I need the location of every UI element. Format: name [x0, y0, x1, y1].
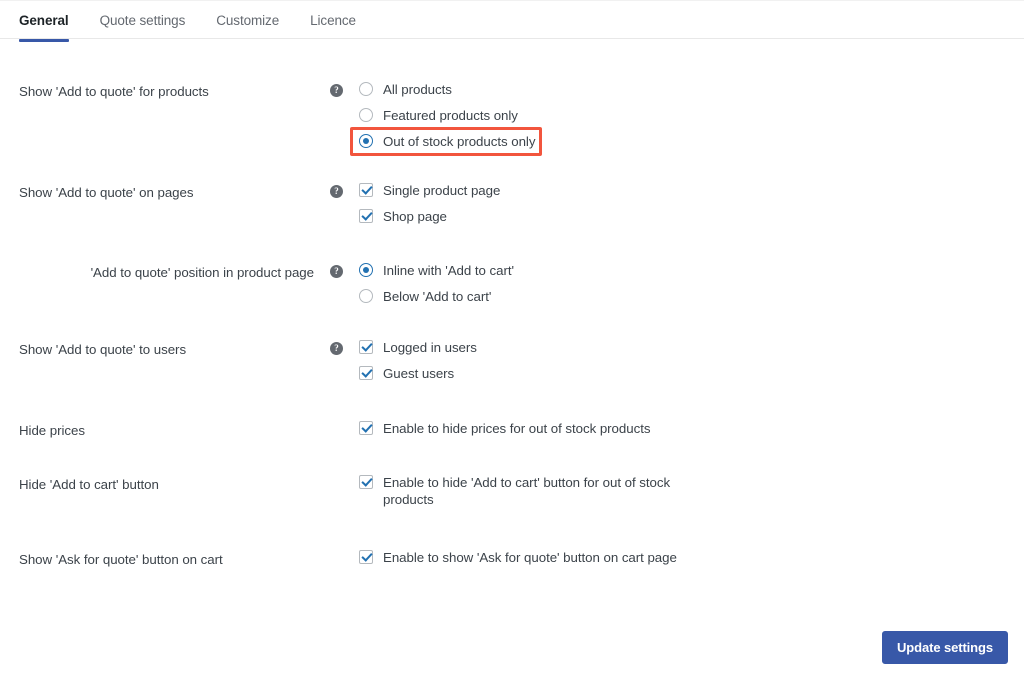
checkbox-option[interactable]: Shop page	[359, 208, 1024, 225]
radio-option[interactable]: All products	[359, 81, 1024, 98]
help-icon[interactable]: ?	[330, 342, 343, 355]
checkbox-option[interactable]: Logged in users	[359, 339, 1024, 356]
checkbox-checked[interactable]	[359, 183, 373, 197]
checkbox-checked[interactable]	[359, 475, 373, 489]
setting-control-group: Logged in users Guest users	[359, 339, 1024, 382]
setting-row: 'Add to quote' position in product page?…	[0, 262, 1024, 305]
form-footer: Update settings	[0, 631, 1024, 664]
setting-control-group: Enable to hide prices for out of stock p…	[359, 420, 1024, 437]
checkbox-option[interactable]: Guest users	[359, 365, 1024, 382]
checkbox-option[interactable]: Enable to hide prices for out of stock p…	[359, 420, 1024, 437]
checkbox-checked[interactable]	[359, 366, 373, 380]
tab-quote-settings[interactable]: Quote settings	[100, 0, 186, 41]
option-label: Out of stock products only	[383, 134, 536, 149]
help-column	[330, 549, 359, 552]
tab-customize[interactable]: Customize	[216, 0, 279, 41]
option-label: Guest users	[383, 366, 455, 381]
option-label: All products	[383, 82, 452, 97]
setting-label: Show 'Add to quote' to users	[19, 342, 187, 357]
setting-row: Show 'Add to quote' to users? Logged in u…	[0, 339, 1024, 382]
tab-licence[interactable]: Licence	[310, 0, 356, 41]
setting-row: Hide prices Enable to hide prices for out…	[0, 420, 1024, 440]
setting-control-group: Single product page Shop page	[359, 182, 1024, 225]
setting-row: Show 'Ask for quote' button on cart Enabl…	[0, 549, 1024, 569]
radio-button-selected[interactable]	[359, 263, 373, 277]
setting-control-group: All products Featured products only Out of…	[350, 81, 1024, 156]
option-label: Shop page	[383, 209, 447, 224]
option-label: Enable to hide 'Add to cart' button for …	[383, 475, 671, 507]
update-settings-button[interactable]: Update settings	[881, 631, 1008, 664]
checkbox-checked[interactable]	[359, 421, 373, 435]
radio-option[interactable]: Out of stock products only	[350, 127, 1024, 156]
help-icon[interactable]: ?	[330, 84, 343, 97]
option-label: Inline with 'Add to cart'	[383, 263, 514, 278]
radio-option[interactable]: Featured products only	[359, 107, 1024, 124]
setting-label: 'Add to quote' position in product page	[90, 265, 314, 280]
option-label: Single product page	[383, 183, 501, 198]
setting-label: Hide prices	[19, 423, 85, 438]
checkbox-option[interactable]: Enable to hide 'Add to cart' button for …	[359, 474, 1024, 508]
checkbox-option[interactable]: Enable to show 'Ask for quote' button on…	[359, 549, 1024, 566]
radio-option[interactable]: Inline with 'Add to cart'	[359, 262, 1024, 279]
option-label: Logged in users	[383, 340, 477, 355]
setting-label: Hide 'Add to cart' button	[19, 477, 159, 492]
help-column	[330, 420, 359, 423]
help-column	[330, 474, 359, 477]
radio-button-selected[interactable]	[359, 134, 373, 148]
help-icon[interactable]: ?	[330, 185, 343, 198]
help-column: ?	[330, 339, 359, 355]
setting-row: Show 'Add to quote' on pages? Single prod…	[0, 182, 1024, 225]
setting-control-group: Enable to show 'Ask for quote' button on…	[359, 549, 1024, 566]
option-label: Enable to hide prices for out of stock p…	[383, 421, 651, 436]
help-icon[interactable]: ?	[330, 265, 343, 278]
setting-label: Show 'Add to quote' on pages	[19, 185, 194, 200]
radio-button[interactable]	[359, 289, 373, 303]
setting-control-group: Enable to hide 'Add to cart' button for …	[359, 474, 1024, 508]
checkbox-option[interactable]: Single product page	[359, 182, 1024, 199]
option-label: Featured products only	[383, 108, 518, 123]
settings-tab-bar: General Quote settings Customize Licence	[0, 0, 1024, 41]
setting-label: Show 'Add to quote' for products	[19, 84, 209, 99]
setting-row: Show 'Add to quote' for products? All pro…	[0, 81, 1024, 156]
tab-general[interactable]: General	[19, 0, 69, 41]
help-column: ?	[330, 81, 359, 97]
checkbox-checked[interactable]	[359, 550, 373, 564]
radio-button[interactable]	[359, 108, 373, 122]
setting-label: Show 'Ask for quote' button on cart	[19, 552, 223, 567]
help-column: ?	[330, 262, 359, 278]
option-label: Below 'Add to cart'	[383, 289, 492, 304]
radio-option[interactable]: Below 'Add to cart'	[359, 288, 1024, 305]
checkbox-checked[interactable]	[359, 340, 373, 354]
checkbox-checked[interactable]	[359, 209, 373, 223]
radio-button[interactable]	[359, 82, 373, 96]
setting-control-group: Inline with 'Add to cart' Below 'Add to c…	[359, 262, 1024, 305]
option-label: Enable to show 'Ask for quote' button on…	[383, 550, 677, 565]
help-column: ?	[330, 182, 359, 198]
setting-row: Hide 'Add to cart' button Enable to hide …	[0, 474, 1024, 508]
